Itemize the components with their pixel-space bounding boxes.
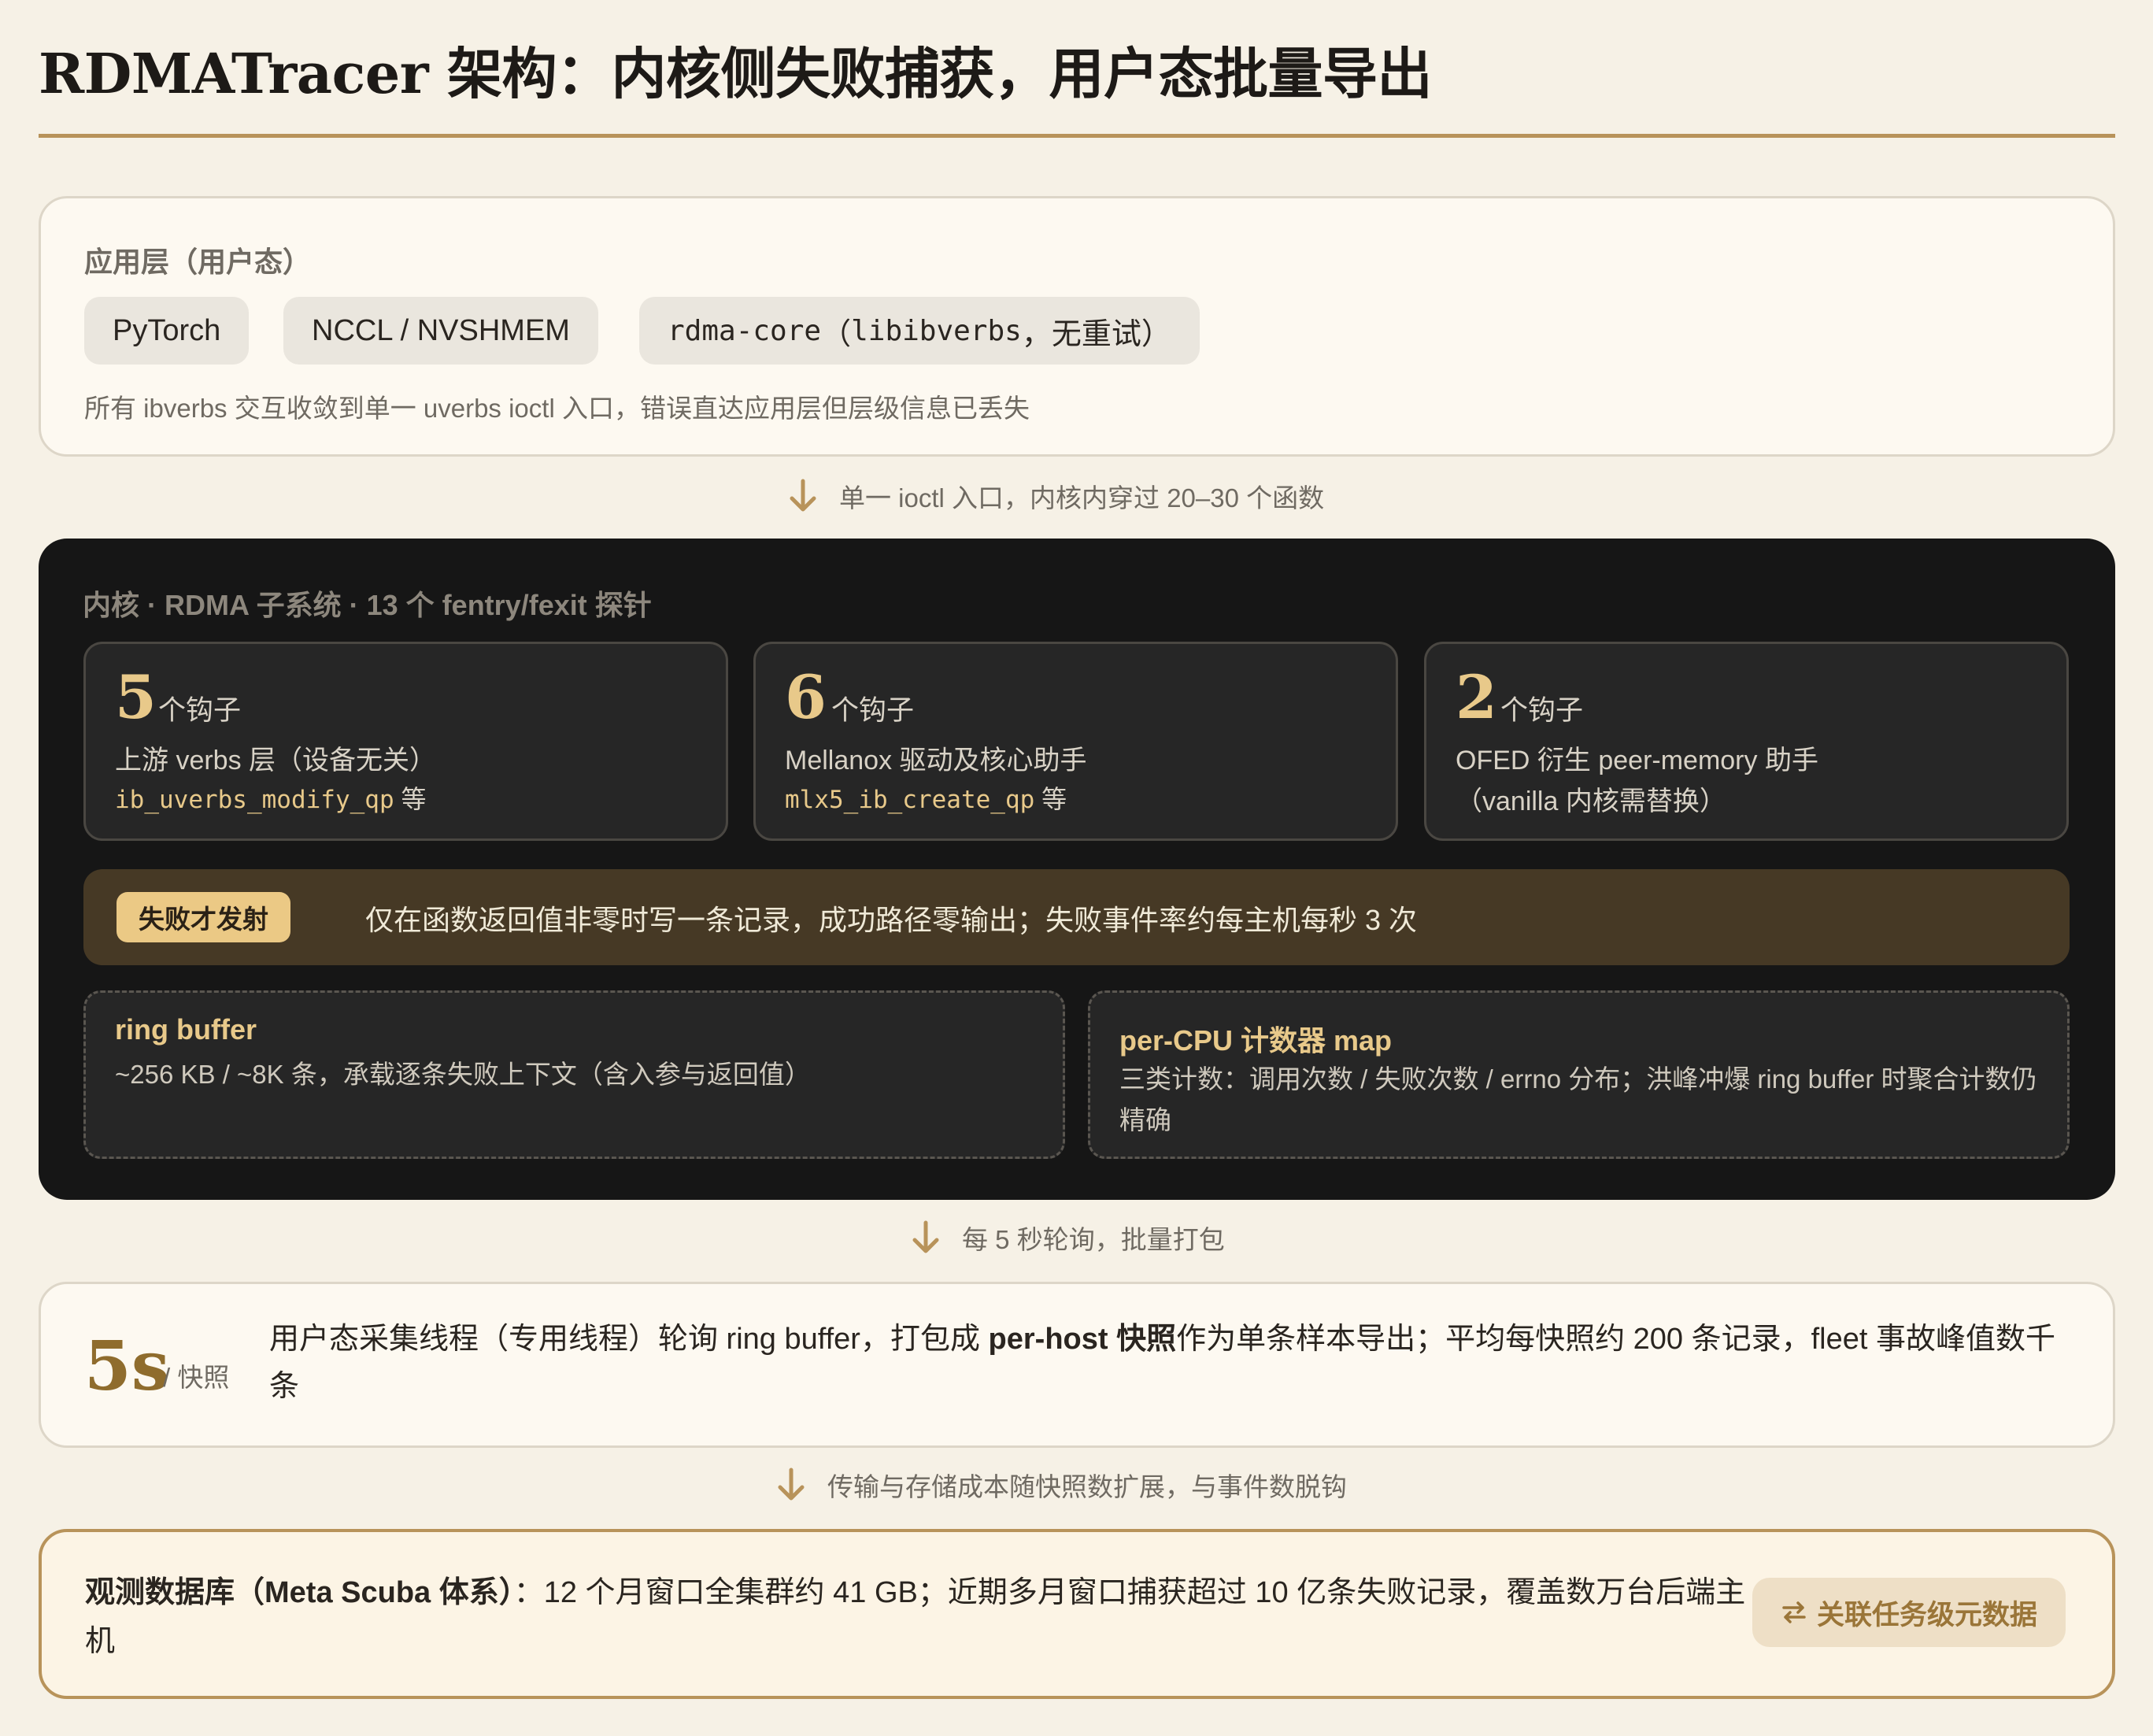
percpu-map-desc: 三类计数：调用次数 / 失败次数 / errno 分布；洪峰冲爆 ring bu… (1119, 1064, 2037, 1135)
hook-count: 6 (785, 662, 827, 732)
ring-buffer-desc: ~256 KB / ~8K 条，承载逐条失败上下文（含入参与返回值） (115, 1060, 811, 1089)
app-layer-label: 应用层（用户态） (84, 246, 312, 278)
database-card: 观测数据库（Meta Scuba 体系）：12 个月窗口全集群约 41 GB；近… (39, 1529, 2115, 1699)
connector-ioctl-label: 单一 ioctl 入口，内核内穿过 20–30 个函数 (839, 483, 1325, 513)
database-title: 观测数据库（Meta Scuba 体系） (85, 1576, 514, 1609)
hook-desc: 上游 verbs 层（设备无关） (115, 746, 437, 775)
arrow-down-icon (778, 1468, 805, 1501)
hook-box-mlx5: 6 个钩子 Mellanox 驱动及核心助手 mlx5_ib_create_qp… (753, 642, 1398, 841)
libibverbs-name: libibverbs (851, 314, 1022, 347)
hook-fn-suffix: 等 (394, 785, 427, 813)
swap-arrows-icon (1782, 1601, 1806, 1623)
associate-metadata-button[interactable]: 关联任务级元数据 (1752, 1578, 2066, 1647)
kernel-card: 内核 · RDMA 子系统 · 13 个 fentry/fexit 探针 5 个… (39, 539, 2115, 1200)
hook-desc: Mellanox 驱动及核心助手 (785, 746, 1087, 775)
hook-count: 2 (1456, 662, 1497, 732)
hook-fn-line: mlx5_ib_create_qp 等 (785, 779, 1067, 816)
page-title: RDMATracer 架构：内核侧失败捕获，用户态批量导出 (39, 41, 1433, 106)
chip-rdma-core: rdma-core （libibverbs ，无重试） (639, 297, 1200, 365)
rdma-core-tail: ，无重试） (1021, 317, 1171, 351)
connector-ioctl: 单一 ioctl 入口，内核内穿过 20–30 个函数 (787, 477, 1324, 515)
fail-only-banner: 失败才发射 仅在函数返回值非零时写一条记录，成功路径零输出；失败事件率约每主机每… (83, 869, 2070, 965)
hook-fn-line: ib_uverbs_modify_qp 等 (115, 779, 427, 816)
kernel-label: 内核 · RDMA 子系统 · 13 个 fentry/fexit 探针 (83, 589, 652, 621)
ring-buffer-box: ring buffer ~256 KB / ~8K 条，承载逐条失败上下文（含入… (83, 990, 1065, 1159)
rdma-core-open: （ (821, 317, 852, 351)
connector-cost-label: 传输与存储成本随快照数扩展，与事件数脱钩 (827, 1472, 1347, 1501)
rdma-core-name: rdma-core (668, 314, 822, 347)
snapshot-text-pre: 用户态采集线程（专用线程）轮询 ring buffer，打包成 (269, 1323, 989, 1356)
snapshot-card: 5s / 快照 用户态采集线程（专用线程）轮询 ring buffer，打包成 … (39, 1282, 2115, 1448)
hook-count: 5 (115, 662, 157, 732)
chip-nccl: NCCL / NVSHMEM (283, 297, 598, 365)
snapshot-unit: / 快照 (163, 1363, 230, 1392)
arrow-down-icon (790, 479, 816, 512)
chip-pytorch: PyTorch (84, 297, 250, 365)
snapshot-text-bold: per-host 快照 (988, 1323, 1177, 1356)
snapshot-text: 用户态采集线程（专用线程）轮询 ring buffer，打包成 per-host… (269, 1316, 2080, 1410)
hook-desc: OFED 衍生 peer-memory 助手 (1456, 746, 1818, 775)
ring-buffer-title: ring buffer (115, 1013, 257, 1046)
connector-poll: 每 5 秒轮询，批量打包 (910, 1219, 1225, 1257)
hook-fn-name: mlx5_ib_create_qp (785, 786, 1035, 814)
app-layer-card: 应用层（用户态） PyTorch NCCL / NVSHMEM rdma-cor… (39, 196, 2115, 457)
hook-unit-label: 个钩子 (831, 695, 915, 726)
hook-fn-suffix: 等 (1034, 785, 1067, 813)
percpu-map-title: per-CPU 计数器 map (1119, 1024, 1393, 1057)
hook-box-ofed: 2 个钩子 OFED 衍生 peer-memory 助手 （vanilla 内核… (1424, 642, 2069, 841)
hook-unit-label: 个钩子 (158, 695, 242, 726)
arrow-down-icon (912, 1220, 939, 1253)
connector-poll-label: 每 5 秒轮询，批量打包 (962, 1225, 1225, 1254)
fail-only-text: 仅在函数返回值非零时写一条记录，成功路径零输出；失败事件率约每主机每秒 3 次 (365, 904, 1418, 936)
database-text: 观测数据库（Meta Scuba 体系）：12 个月窗口全集群约 41 GB；近… (85, 1568, 1754, 1666)
hook-unit-label: 个钩子 (1500, 695, 1584, 726)
hook-desc-secondary: （vanilla 内核需替换） (1456, 787, 1726, 816)
hook-fn-name: ib_uverbs_modify_qp (115, 786, 394, 814)
title-divider (39, 134, 2115, 138)
app-layer-note: 所有 ibverbs 交互收敛到单一 uverbs ioctl 入口，错误直达应… (84, 394, 1030, 423)
fail-only-badge: 失败才发射 (117, 892, 290, 942)
percpu-map-box: per-CPU 计数器 map 三类计数：调用次数 / 失败次数 / errno… (1088, 990, 2070, 1159)
associate-metadata-label: 关联任务级元数据 (1817, 1599, 2038, 1631)
hook-box-verbs: 5 个钩子 上游 verbs 层（设备无关） ib_uverbs_modify_… (83, 642, 728, 841)
snapshot-interval: 5s (84, 1327, 170, 1406)
connector-cost: 传输与存储成本随快照数扩展，与事件数脱钩 (775, 1466, 1347, 1504)
